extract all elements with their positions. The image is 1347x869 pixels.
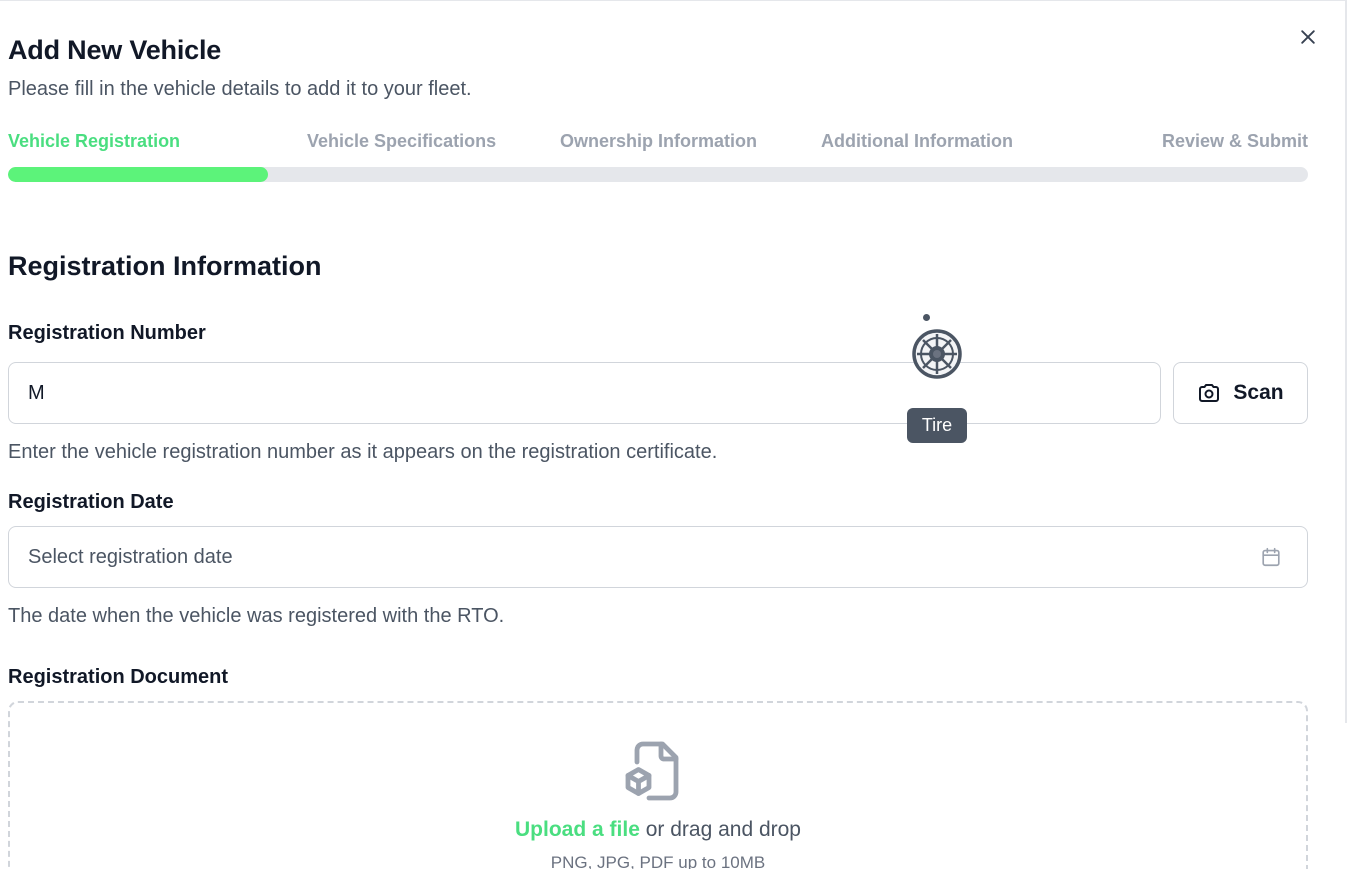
page-subtitle: Please fill in the vehicle details to ad…: [8, 78, 472, 100]
close-button[interactable]: [1294, 23, 1322, 51]
step-additional-information[interactable]: Additional Information: [821, 131, 1013, 152]
progress-fill: [8, 167, 268, 182]
close-icon: [1301, 30, 1315, 44]
registration-number-help: Enter the vehicle registration number as…: [8, 441, 718, 463]
registration-date-placeholder: Select registration date: [28, 545, 233, 568]
step-vehicle-registration[interactable]: Vehicle Registration: [8, 131, 180, 152]
step-ownership-information[interactable]: Ownership Information: [560, 131, 757, 152]
registration-number-label: Registration Number: [8, 322, 206, 344]
stepper: Vehicle Registration Vehicle Specificati…: [8, 131, 1308, 155]
registration-date-label: Registration Date: [8, 491, 174, 513]
scan-button-label: Scan: [1233, 381, 1284, 404]
cursor-dot: [923, 314, 930, 321]
tire-icon: [912, 329, 962, 379]
section-title: Registration Information: [8, 251, 322, 281]
tire-tooltip: Tire: [907, 408, 967, 443]
registration-number-value: M: [28, 381, 45, 404]
upload-file-link[interactable]: Upload a file: [515, 818, 640, 841]
step-review-submit[interactable]: Review & Submit: [1162, 131, 1308, 152]
registration-number-input[interactable]: M: [8, 362, 1161, 424]
progress-bar: [8, 167, 1308, 182]
calendar-icon[interactable]: [1260, 546, 1282, 568]
registration-date-help: The date when the vehicle was registered…: [8, 605, 505, 627]
upload-drag-text: or drag and drop: [639, 818, 801, 841]
file-box-icon: [625, 741, 679, 801]
file-type-hint: PNG, JPG, PDF up to 10MB: [550, 853, 766, 869]
page-title: Add New Vehicle: [8, 35, 222, 65]
camera-icon: [1199, 384, 1220, 402]
registration-document-label: Registration Document: [8, 666, 229, 688]
upload-instructions: Upload a file or drag and drop: [0, 818, 1316, 842]
step-vehicle-specifications[interactable]: Vehicle Specifications: [307, 131, 496, 152]
registration-date-input[interactable]: Select registration date: [8, 526, 1308, 588]
add-vehicle-modal: Add New Vehicle Please fill in the vehic…: [0, 0, 1347, 869]
scan-button[interactable]: Scan: [1173, 362, 1308, 424]
